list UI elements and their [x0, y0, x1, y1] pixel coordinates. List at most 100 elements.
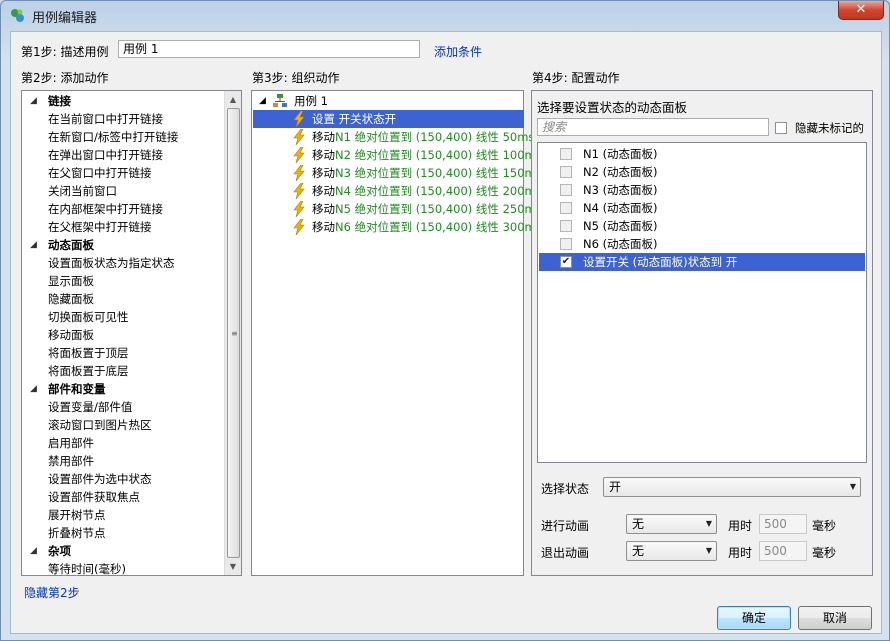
step4-label: 第4步: 配置动作 [532, 71, 620, 85]
checkbox[interactable] [560, 202, 572, 214]
action-row[interactable]: 设置 开关状态开 [253, 110, 524, 128]
category-row[interactable]: ◢ 部件和变量 [22, 380, 222, 398]
dynamic-panel-row[interactable]: N5 (动态面板) [539, 217, 865, 235]
action-prefix: 移动 [312, 184, 335, 198]
category-row[interactable]: ◢ 链接 [22, 92, 222, 110]
action-detail: N4 绝对位置到 (150,400) 线性 200ms [335, 184, 542, 198]
add-action-tree[interactable]: ◢ 链接在当前窗口中打开链接在新窗口/标签中打开链接 在弹出窗口中打开链接 在父窗口中… [21, 90, 242, 576]
checked-checkbox[interactable]: ✔ [560, 256, 572, 268]
checkbox[interactable] [560, 184, 572, 196]
action-item[interactable]: 在当前窗口中打开链接 [22, 110, 222, 128]
category-row[interactable]: ◢ 杂项 [22, 542, 222, 560]
state-select[interactable]: 开 ▼ [603, 477, 861, 497]
chevron-down-icon: ▼ [849, 482, 856, 491]
hide-unmarked-checkbox[interactable] [775, 122, 787, 134]
action-item[interactable]: 在内部框架中打开链接 [22, 200, 222, 218]
collapse-triangle-icon[interactable]: ◢ [259, 92, 266, 110]
dynamic-panel-row[interactable]: N4 (动态面板) [539, 199, 865, 217]
window-title: 用例编辑器 [32, 11, 98, 26]
action-text: 移动N5 绝对位置到 (150,400) 线性 250ms [312, 200, 542, 218]
action-item[interactable]: 展开树节点 [22, 506, 222, 524]
action-item[interactable]: 折叠树节点 [22, 524, 222, 542]
collapse-triangle-icon[interactable]: ◢ [30, 92, 40, 110]
action-row[interactable]: 移动N3 绝对位置到 (150,400) 线性 150ms [253, 164, 542, 182]
action-item[interactable]: 设置变量/部件值 [22, 398, 222, 416]
dynamic-panel-row[interactable]: N3 (动态面板) [539, 181, 865, 199]
action-row[interactable]: 移动N5 绝对位置到 (150,400) 线性 250ms [253, 200, 542, 218]
action-item[interactable]: 在父窗口中打开链接 [22, 164, 222, 182]
step2-label: 第2步: 添加动作 [21, 71, 109, 85]
action-item[interactable]: 设置部件获取焦点 [22, 488, 222, 506]
add-condition-link[interactable]: 添加条件 [434, 43, 482, 60]
dynamic-panel-list[interactable]: N1 (动态面板) N2 (动态面板) N3 (动态面板) N4 (动态面板) N5 (… [537, 142, 867, 463]
action-row[interactable]: 移动N2 绝对位置到 (150,400) 线性 100ms [253, 146, 542, 164]
action-item[interactable]: 将面板置于底层 [22, 362, 222, 380]
action-row[interactable]: 移动N4 绝对位置到 (150,400) 线性 200ms [253, 182, 542, 200]
collapse-triangle-icon[interactable]: ◢ [30, 542, 40, 560]
action-tree-scrollbar[interactable]: ▲ ≡ ▼ [224, 91, 241, 575]
action-item[interactable]: 显示面板 [22, 272, 222, 290]
title-bar[interactable]: 用例编辑器 ✕ [1, 1, 889, 31]
action-item[interactable]: 关闭当前窗口 [22, 182, 222, 200]
action-item-label: 切换面板可见性 [48, 310, 129, 324]
action-item-label: 在当前窗口中打开链接 [48, 112, 163, 126]
action-item-label: 显示面板 [48, 274, 94, 288]
panel-select-title: 选择要设置状态的动态面板 [537, 100, 688, 115]
lightning-icon [293, 165, 305, 181]
organize-actions-tree[interactable]: ◢ 用例 1 设置 开关状态开 移动N1 绝对位置到 (150,400) 线性 5… [251, 90, 542, 576]
dynamic-panel-row[interactable]: N6 (动态面板) [539, 235, 865, 253]
dynamic-panel-label: N1 (动态面板) [583, 147, 658, 161]
dynamic-panel-row[interactable]: N2 (动态面板) [539, 163, 865, 181]
action-item[interactable]: 启用部件 [22, 434, 222, 452]
exit-animation-select[interactable]: 无 ▼ [626, 541, 717, 561]
action-item[interactable]: 切换面板可见性 [22, 308, 222, 326]
enter-ms-label: 毫秒 [812, 519, 837, 533]
action-item[interactable]: 设置部件为选中状态 [22, 470, 222, 488]
cancel-button[interactable]: 取消 [798, 606, 872, 630]
scroll-up-arrow-icon[interactable]: ▲ [225, 91, 241, 108]
case-root-row[interactable]: ◢ 用例 1 [252, 92, 523, 110]
ok-button[interactable]: 确定 [717, 606, 791, 630]
category-label: 杂项 [48, 544, 71, 558]
dynamic-panel-label: N5 (动态面板) [583, 219, 658, 233]
action-item[interactable]: 滚动窗口到图片热区 [22, 416, 222, 434]
action-detail: N3 绝对位置到 (150,400) 线性 150ms [335, 166, 542, 180]
action-item[interactable]: 在弹出窗口中打开链接 [22, 146, 222, 164]
search-input[interactable]: 搜索 [537, 118, 769, 136]
hide-step2-link[interactable]: 隐藏第2步 [24, 584, 80, 601]
checkbox[interactable] [560, 238, 572, 250]
configure-action-panel: 选择要设置状态的动态面板 搜索 隐藏未标记的 N1 (动态面板) N2 (动态面板… [531, 90, 873, 576]
action-row[interactable]: 移动N6 绝对位置到 (150,400) 线性 300ms [253, 218, 542, 236]
action-item[interactable]: 将面板置于顶层 [22, 344, 222, 362]
action-item[interactable]: 等待时间(毫秒) [22, 560, 222, 576]
action-row[interactable]: 移动N1 绝对位置到 (150,400) 线性 50ms [253, 128, 534, 146]
action-item[interactable]: 移动面板 [22, 326, 222, 344]
enter-duration-input[interactable]: 500 [759, 514, 807, 534]
action-prefix: 移动 [312, 202, 335, 216]
collapse-triangle-icon[interactable]: ◢ [30, 236, 40, 254]
grip-icon: ≡ [231, 329, 238, 338]
dynamic-panel-row[interactable]: N1 (动态面板) [539, 145, 865, 163]
close-button[interactable]: ✕ [838, 1, 884, 20]
category-row[interactable]: ◢ 动态面板 [22, 236, 222, 254]
scroll-thumb[interactable]: ≡ [227, 108, 240, 558]
case-name-input[interactable]: 用例 1 [118, 40, 420, 58]
action-item-label: 等待时间(毫秒) [48, 562, 126, 576]
checkbox[interactable] [560, 166, 572, 178]
action-item[interactable]: 在父框架中打开链接 [22, 218, 222, 236]
action-item[interactable]: 禁用部件 [22, 452, 222, 470]
action-item-label: 将面板置于底层 [48, 364, 129, 378]
action-item[interactable]: 在新窗口/标签中打开链接 [22, 128, 222, 146]
enter-animation-select[interactable]: 无 ▼ [626, 514, 717, 534]
scroll-down-arrow-icon[interactable]: ▼ [225, 558, 241, 575]
enter-animation-label: 进行动画 [541, 519, 590, 533]
dynamic-panel-row[interactable]: ✔ 设置开关 (动态面板)状态到 开 [539, 253, 865, 271]
collapse-triangle-icon[interactable]: ◢ [30, 380, 40, 398]
action-item[interactable]: 设置面板状态为指定状态 [22, 254, 222, 272]
action-item[interactable]: 隐藏面板 [22, 290, 222, 308]
checkbox[interactable] [560, 148, 572, 160]
exit-duration-input[interactable]: 500 [759, 541, 807, 561]
action-detail: N1 绝对位置到 (150,400) 线性 50ms [335, 130, 535, 144]
checkbox[interactable] [560, 220, 572, 232]
action-item-label: 折叠树节点 [48, 526, 106, 540]
